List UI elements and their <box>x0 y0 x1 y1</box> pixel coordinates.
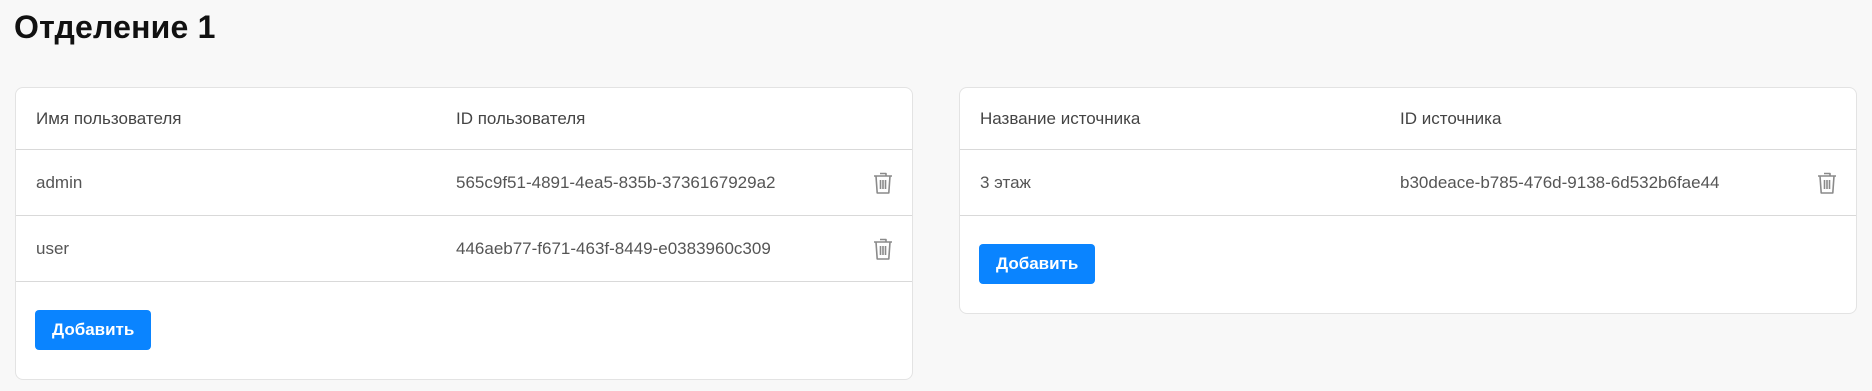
add-source-button[interactable]: Добавить <box>979 244 1096 284</box>
users-card: Имя пользователя ID пользователя admin 5… <box>15 87 913 380</box>
source-id: b30deace-b785-476d-9138-6d532b6fae44 <box>1400 172 1720 192</box>
column-header-source-id: ID источника <box>1400 108 1502 128</box>
user-name: admin <box>36 172 83 192</box>
user-id: 565c9f51-4891-4ea5-835b-3736167929a2 <box>456 172 776 192</box>
page-title: Отделение 1 <box>14 9 216 45</box>
column-header-user-name: Имя пользователя <box>36 108 182 128</box>
user-name: user <box>36 238 70 258</box>
table-row: admin 565c9f51-4891-4ea5-835b-3736167929… <box>16 150 912 216</box>
add-user-button[interactable]: Добавить <box>35 310 152 350</box>
sources-card: Название источника ID источника 3 этаж b… <box>959 87 1857 314</box>
trash-icon[interactable] <box>872 171 894 195</box>
sources-table-header: Название источника ID источника <box>960 88 1856 150</box>
table-row: 3 этаж b30deace-b785-476d-9138-6d532b6fa… <box>960 150 1856 216</box>
column-header-user-id: ID пользователя <box>456 108 586 128</box>
source-name: 3 этаж <box>980 172 1031 192</box>
table-row: user 446aeb77-f671-463f-8449-e0383960c30… <box>16 216 912 282</box>
user-id: 446aeb77-f671-463f-8449-e0383960c309 <box>456 238 771 258</box>
column-header-source-name: Название источника <box>980 108 1141 128</box>
trash-icon[interactable] <box>1816 171 1838 195</box>
users-table-header: Имя пользователя ID пользователя <box>16 88 912 150</box>
trash-icon[interactable] <box>872 237 894 261</box>
